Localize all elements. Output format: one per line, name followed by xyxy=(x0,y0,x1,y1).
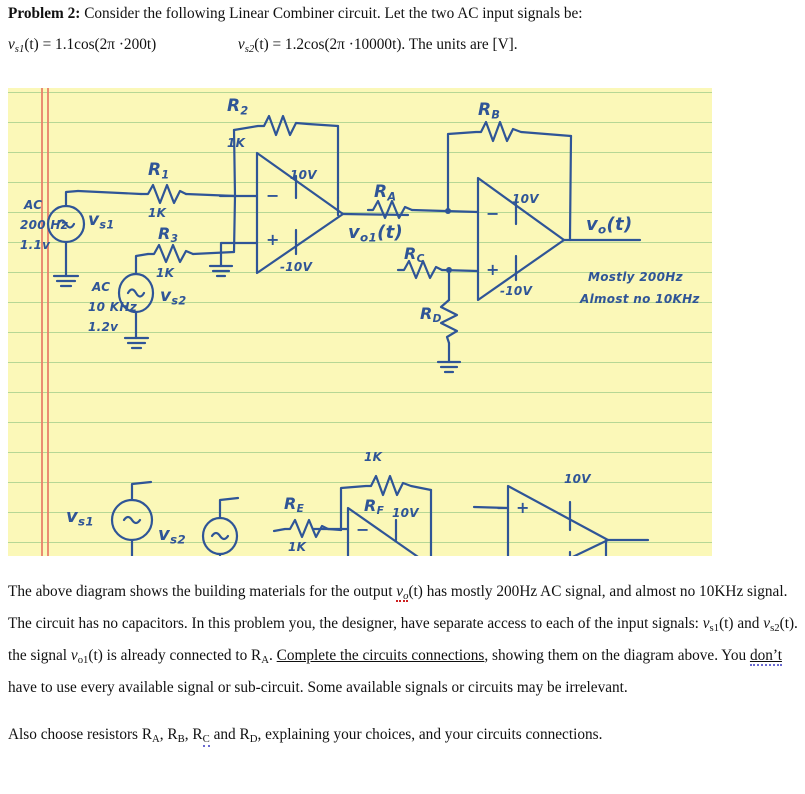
problem-intro: Consider the following Linear Combiner c… xyxy=(84,5,583,22)
opamp4-noninverting-sign: + xyxy=(516,498,530,517)
opamp1-inverting-sign: − xyxy=(266,186,280,205)
label-opamp1-vneg: -10V xyxy=(280,260,313,274)
label-r2: R2 xyxy=(227,96,249,118)
problem-body: The above diagram shows the building mat… xyxy=(8,576,798,751)
label-vo: vo(t) xyxy=(586,214,633,237)
label-rf: RF xyxy=(364,496,385,518)
emphasis-complete-connections: Complete the circuits connections xyxy=(276,646,485,664)
label-vs2: vs2 xyxy=(160,286,187,308)
opamp1-noninverting-sign: + xyxy=(266,230,280,249)
label-rd: RD xyxy=(420,304,442,326)
label-ac-source2-type: AC xyxy=(92,280,111,294)
label-re: RE xyxy=(284,494,305,516)
label-r1: R1 xyxy=(148,160,170,182)
label-ac-source1-amp: 1.1v xyxy=(20,238,51,252)
label-rc: RC xyxy=(404,244,425,266)
equation-vs1: vs1(t) = 1.1cos(2π ·200t) xyxy=(8,36,157,55)
body-paragraph-1: The above diagram shows the building mat… xyxy=(8,583,798,696)
body-paragraph-2: Also choose resistors RA, RB, RC and RD,… xyxy=(8,726,603,748)
label-opamp2-vneg: -10V xyxy=(500,284,533,298)
problem-page: Problem 2: Consider the following Linear… xyxy=(0,0,805,794)
opamp2-noninverting-sign: + xyxy=(486,260,500,279)
label-ra: RA xyxy=(374,182,397,204)
label-ac-source2-amp: 1.2v xyxy=(88,320,119,334)
label-r3-value: 1K xyxy=(156,266,175,280)
note-mostly-200hz: Mostly 200Hz xyxy=(588,270,683,284)
label-opamp2-vpos: 10V xyxy=(512,192,539,206)
label-r3: R3 xyxy=(158,224,179,246)
opamp3-inverting-sign: − xyxy=(356,520,370,539)
equation-vs2: vs2(t) = 1.2cos(2π ·10000t) xyxy=(237,36,402,55)
input-signal-equations: vs1(t) = 1.1cos(2π ·200t) vs2(t) = 1.2co… xyxy=(8,36,800,55)
opamp-4-triangle xyxy=(506,484,610,556)
label-opamp3-vpos: 10V xyxy=(392,506,419,520)
equation-units: . The units are [V]. xyxy=(401,36,518,53)
spellcheck-vo: vo xyxy=(396,583,409,602)
label-r2-value: 1K xyxy=(227,136,246,150)
opamp4-inverting-sign: − xyxy=(516,554,530,556)
emphasis-dont: don’t xyxy=(749,646,782,666)
label-rb-top: RB xyxy=(478,100,501,122)
label-vo1: vo1(t) xyxy=(348,222,404,245)
label-ac-source1-type: AC xyxy=(24,198,43,212)
label-spare-vs1: vs1 xyxy=(66,506,94,529)
label-ac-source2-freq: 10 KHz xyxy=(88,300,138,314)
label-vs1: vs1 xyxy=(88,210,115,232)
circuit-diagram-paper: R2 1K R1 1K R3 1K AC 200 Hz 1.1v vs1 AC … xyxy=(8,88,712,556)
label-rf-value: 1K xyxy=(364,450,383,464)
label-ac-source1-freq: 200 Hz xyxy=(20,218,69,232)
note-almost-no-10khz: Almost no 10KHz xyxy=(580,292,700,306)
label-opamp1-vpos: 10V xyxy=(290,168,317,182)
problem-header: Problem 2: Consider the following Linear… xyxy=(8,2,800,27)
label-re-value: 1K xyxy=(288,540,307,554)
opamp2-inverting-sign: − xyxy=(486,204,500,223)
problem-label: Problem 2: xyxy=(8,5,81,22)
label-opamp4-vpos: 10V xyxy=(564,472,591,486)
label-spare-vs2: vs2 xyxy=(158,524,186,547)
label-r1-value: 1K xyxy=(148,206,167,220)
